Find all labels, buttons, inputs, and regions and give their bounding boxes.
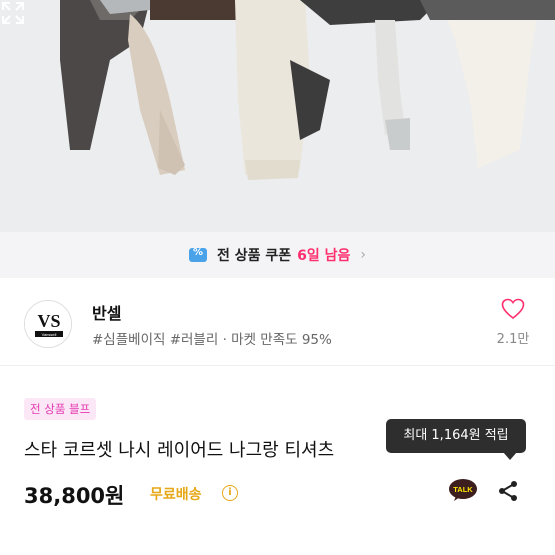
points-tooltip: 최대 1,164원 적립 — [386, 419, 526, 453]
product-price: 38,800원 — [24, 484, 125, 508]
coupon-text: 전 상품 쿠폰 — [216, 248, 292, 264]
product-title: 스타 코르셋 나시 레이어드 나그랑 티셔츠 — [24, 440, 335, 461]
like-count: 2.1만 — [496, 332, 530, 347]
expand-icon[interactable] — [0, 0, 26, 26]
kakao-talk-icon[interactable]: TALK — [448, 478, 478, 502]
tooltip-arrow — [503, 452, 517, 460]
chevron-right-icon: › — [360, 247, 367, 263]
heart-icon[interactable] — [501, 298, 525, 320]
shipping-label: 무료배송 — [150, 487, 202, 503]
product-hero-image[interactable] — [0, 0, 555, 232]
clothing-illustration — [0, 0, 555, 232]
shop-logo-image: VS Vanssell — [25, 301, 71, 347]
shop-name[interactable]: 반셀 — [92, 300, 121, 324]
svg-text:TALK: TALK — [453, 485, 473, 494]
svg-text:VS: VS — [37, 311, 60, 331]
coupon-banner[interactable]: 전 상품 쿠폰 6일 남음 › — [0, 232, 555, 278]
svg-text:Vanssell: Vanssell — [42, 332, 57, 337]
coupon-icon — [188, 247, 207, 262]
info-icon[interactable]: i — [222, 485, 238, 501]
share-icon[interactable] — [496, 479, 520, 503]
shop-logo[interactable]: VS Vanssell — [24, 300, 72, 348]
promo-badge: 전 상품 블프 — [24, 398, 97, 420]
shop-tags: #심플베이직 #러블리 · 마켓 만족도 95% — [92, 332, 332, 348]
shop-section: VS Vanssell 반셀 #심플베이직 #러블리 · 마켓 만족도 95% … — [0, 278, 555, 366]
coupon-remaining-days: 6일 남음 — [297, 248, 351, 264]
